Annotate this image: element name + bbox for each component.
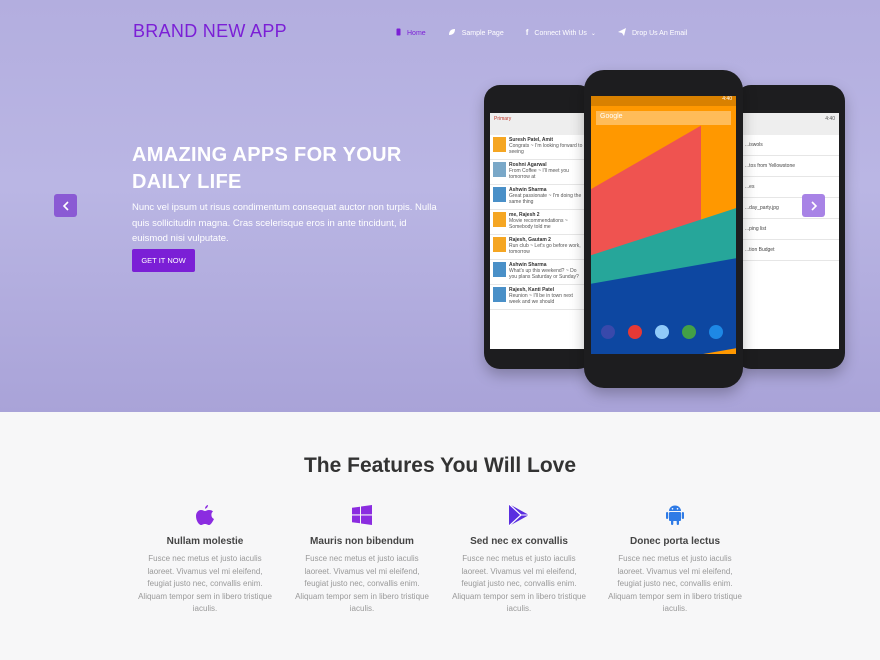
feature-name: Sed nec ex convallis — [470, 536, 568, 547]
get-it-now-button[interactable]: GET IT NOW — [132, 249, 195, 272]
avatar — [493, 237, 506, 252]
paper-plane-icon — [617, 28, 626, 38]
carousel-next-button[interactable] — [802, 194, 825, 217]
avatar — [493, 137, 506, 152]
nav-label-home: Home — [407, 29, 426, 37]
avatar — [493, 187, 506, 202]
carousel-prev-button[interactable] — [54, 194, 77, 217]
avatar — [493, 262, 506, 277]
feature-description: Fusce nec metus et justo iaculis laoreet… — [608, 554, 742, 613]
chrome-icon — [628, 325, 642, 339]
phone-left-image: Primary Suresh Patel, Amit Congrats ~ I'm… — [484, 85, 594, 369]
inbox-row: Suresh Patel, Amit Congrats ~ I'm looking… — [490, 135, 588, 160]
hangouts-icon — [682, 325, 696, 339]
camera-icon — [601, 325, 615, 339]
inbox-screen: Primary Suresh Patel, Amit Congrats ~ I'm… — [490, 113, 588, 349]
feature-card: Donec porta lectus Fusce nec metus et ju… — [607, 500, 743, 616]
phone-right-image: 4:40 ...iswols ...tos from Yellowstone...… — [735, 85, 845, 369]
windows-icon — [294, 500, 430, 530]
nav-item-sample-page[interactable]: Sample Page — [448, 28, 504, 38]
chevron-left-icon — [62, 200, 69, 211]
phone-icon — [709, 325, 723, 339]
inbox-row: Ashwin Sharma Great passionate ~ I'm doin… — [490, 185, 588, 210]
feature-description: Fusce nec metus et justo iaculis laoreet… — [138, 554, 272, 613]
inbox-row-text: Rajesh, Kanti Patel Reunion ~ I'll be in … — [509, 287, 573, 305]
drive-row: ...tos from Yellowstone — [741, 156, 839, 177]
nav-item-connect[interactable]: f Connect With Us ⌄ — [526, 28, 596, 38]
leaf-icon — [448, 28, 456, 38]
inbox-row-text: Suresh Patel, Amit Congrats ~ I'm looking… — [509, 137, 583, 155]
inbox-row: Rajesh, Gautam 2 Run club ~ Let's go befo… — [490, 235, 588, 260]
drive-row: ...iswols — [741, 135, 839, 156]
status-bar: 4:40 — [591, 96, 736, 106]
nav-item-email[interactable]: Drop Us An Email — [617, 28, 688, 38]
brand-logo[interactable]: BRAND NEW APP — [133, 21, 287, 42]
chevron-down-icon: ⌄ — [590, 30, 596, 37]
nav-item-home[interactable]: Home — [396, 28, 426, 38]
inbox-row-text: Roshni Agarwal From Coffee ~ I'll meet yo… — [509, 162, 569, 180]
app-dock — [591, 311, 736, 354]
avatar — [493, 212, 506, 227]
main-nav: Home Sample Page f Connect With Us ⌄ Dro… — [396, 28, 709, 38]
hero-description: Nunc vel ipsum ut risus condimentum cons… — [132, 202, 437, 244]
play-store-icon — [451, 500, 587, 530]
phone-center-image: 4:40 Google — [584, 70, 743, 388]
drive-row: ...ping list — [741, 219, 839, 240]
homescreen: 4:40 Google — [591, 96, 736, 354]
google-search-bar: Google — [596, 111, 731, 125]
feature-name: Donec porta lectus — [629, 536, 721, 547]
drive-status: 4:40 — [741, 113, 839, 135]
feature-card: Mauris non bibendum Fusce nec metus et j… — [294, 500, 430, 616]
drive-row: ...tion Budget — [741, 240, 839, 261]
inbox-row-text: me, Rajesh 2 Movie recommendations ~ Some… — [509, 212, 568, 230]
features-title: The Features You Will Love — [303, 454, 577, 477]
inbox-row-text: Rajesh, Gautam 2 Run club ~ Let's go befo… — [509, 237, 581, 255]
hero-title-line2: DAILY LIFE — [132, 171, 242, 193]
nav-label-sample-page: Sample Page — [461, 29, 504, 37]
mobile-icon — [396, 28, 401, 38]
feature-description: Fusce nec metus et justo iaculis laoreet… — [452, 554, 586, 613]
nav-label-email: Drop Us An Email — [631, 29, 688, 37]
hero-title-line1: AMAZING APPS FOR YOUR — [132, 144, 402, 166]
inbox-row: me, Rajesh 2 Movie recommendations ~ Some… — [490, 210, 588, 235]
inbox-row: Ashwin Sharma What's up this weekend? ~ D… — [490, 260, 588, 285]
apps-icon — [655, 325, 669, 339]
android-icon — [607, 500, 743, 530]
facebook-icon: f — [525, 28, 529, 37]
inbox-row-text: Ashwin Sharma What's up this weekend? ~ D… — [509, 262, 579, 280]
feature-name: Mauris non bibendum — [310, 536, 414, 547]
feature-card: Sed nec ex convallis Fusce nec metus et … — [451, 500, 587, 616]
drive-screen: 4:40 ...iswols ...tos from Yellowstone...… — [741, 113, 839, 349]
feature-name: Nullam molestie — [166, 536, 244, 547]
inbox-row: Roshni Agarwal From Coffee ~ I'll meet yo… — [490, 160, 588, 185]
apple-icon — [137, 500, 273, 530]
feature-card: Nullam molestie Fusce nec metus et justo… — [137, 500, 273, 616]
hero-section: BRAND NEW APP Home Sample Page f Connect… — [0, 0, 880, 412]
hero-title: AMAZING APPS FOR YOUR DAILY LIFE — [132, 142, 452, 196]
nav-label-connect: Connect With Us — [534, 29, 587, 37]
avatar — [493, 162, 506, 177]
inbox-header: Primary — [490, 113, 588, 135]
avatar — [493, 287, 506, 302]
inbox-row-text: Ashwin Sharma Great passionate ~ I'm doin… — [509, 187, 582, 205]
inbox-row: Rajesh, Kanti Patel Reunion ~ I'll be in … — [490, 285, 588, 310]
feature-description: Fusce nec metus et justo iaculis laoreet… — [295, 554, 429, 613]
chevron-right-icon — [810, 200, 817, 211]
